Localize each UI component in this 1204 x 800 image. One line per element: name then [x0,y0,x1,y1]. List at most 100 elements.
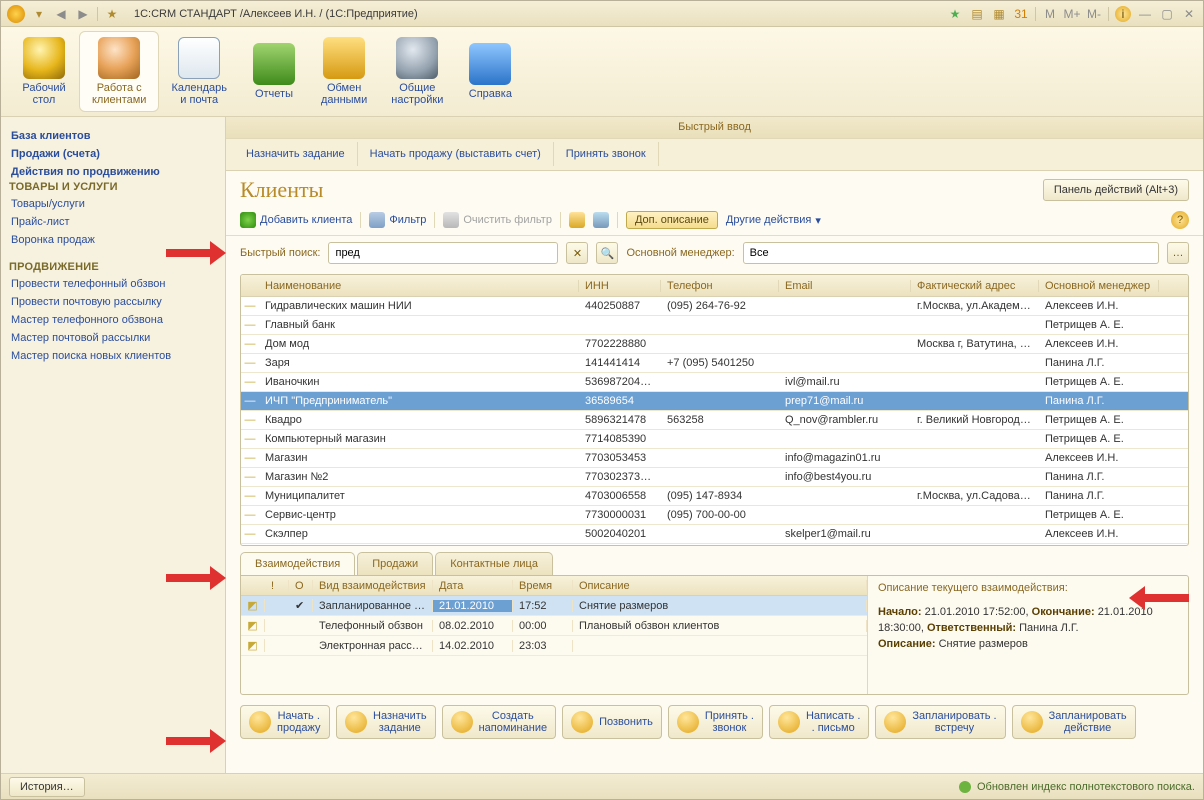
bottom-action-button[interactable]: Позвонить [562,705,662,739]
table-row[interactable]: —Главный банкПетрищев А. Е. [241,316,1188,335]
minimize-icon[interactable]: — [1137,6,1153,22]
m-icon[interactable]: M [1042,6,1058,22]
quick-entry-bar: Быстрый ввод Назначить заданиеНачать про… [226,117,1203,171]
quickbar-link[interactable]: Принять звонок [554,142,659,166]
grid-icon[interactable]: ▦ [991,6,1007,22]
other-actions-menu[interactable]: Другие действия ▾ [726,214,821,227]
column-header[interactable]: Наименование [259,280,579,292]
m-plus-icon[interactable]: M+ [1064,6,1080,22]
column-header[interactable]: Дата [433,580,513,592]
table-row[interactable]: —Иваночкин5369872045…ivl@mail.ruПетрищев… [241,373,1188,392]
maximize-icon[interactable]: ▢ [1159,6,1175,22]
favorite-icon[interactable]: ★ [104,6,120,22]
toolbar-settings[interactable]: Общие настройки [379,31,455,112]
table-row[interactable]: —ИЧП "Предприниматель"36589654prep71@mai… [241,392,1188,411]
sidebar-item[interactable]: Провести почтовую рассылку [9,293,217,311]
help-icon[interactable]: ? [1171,211,1189,229]
sidebar-item[interactable]: Воронка продаж [9,231,217,249]
manager-select[interactable] [743,242,1159,264]
sidebar-item[interactable]: Товары/услуги [9,195,217,213]
sidebar-item[interactable]: Мастер почтовой рассылки [9,329,217,347]
table-row[interactable]: —Магазин7703053453info@magazin01.ruАлекс… [241,449,1188,468]
history-button[interactable]: История… [9,777,85,797]
sidebar-item[interactable]: Мастер телефонного обзвона [9,311,217,329]
bottom-action-button[interactable]: Запланировать . встречу [875,705,1005,739]
close-icon[interactable]: ✕ [1181,6,1197,22]
add-icon [240,212,256,228]
table-row[interactable]: —Муниципалитет4703006558(095) 147-8934г.… [241,487,1188,506]
row-icon: — [241,471,259,483]
search-icon[interactable]: 🔍 [596,242,618,264]
column-header[interactable]: Основной менеджер [1039,280,1159,292]
clients-table: НаименованиеИННТелефонEmailФактический а… [240,274,1189,546]
clear-search-icon[interactable]: ✕ [566,242,588,264]
table-row[interactable]: —Квадро5896321478563258Q_nov@rambler.ruг… [241,411,1188,430]
sidebar-item[interactable]: Продажи (счета) [9,145,217,163]
manager-picker-icon[interactable]: … [1167,242,1189,264]
sidebar-item[interactable]: Действия по продвижению [9,163,217,181]
toolbar-reports[interactable]: Отчеты [239,31,309,112]
toolbar-help[interactable]: Справка [455,31,525,112]
toolbar-exchange[interactable]: Обмен данными [309,31,379,112]
column-header[interactable]: Описание [573,580,867,592]
calendar-icon[interactable]: 31 [1013,6,1029,22]
action-panel-button[interactable]: Панель действий (Alt+3) [1043,179,1189,201]
table-row[interactable]: —Магазин №27703023734…info@best4you.ruПа… [241,468,1188,487]
column-header[interactable]: О [289,580,313,592]
toolbar-desktop[interactable]: Рабочий стол [9,31,79,112]
star-icon[interactable]: ★ [947,6,963,22]
add-client-button[interactable]: Добавить клиента [240,212,352,228]
table-row[interactable]: ◩Телефонный обзвон08.02.201000:00Плановы… [241,616,867,636]
dropdown-icon[interactable]: ▾ [31,6,47,22]
info-icon[interactable]: i [1115,6,1131,22]
bottom-action-button[interactable]: Назначить задание [336,705,436,739]
misc-icon[interactable] [593,212,609,228]
quick-search-input[interactable] [328,242,558,264]
detail-tab[interactable]: Взаимодействия [240,552,355,575]
bottom-action-button[interactable]: Создать напоминание [442,705,557,739]
column-header[interactable]: ! [265,580,289,592]
nav-fwd-icon[interactable]: ▶ [75,6,91,22]
bottom-action-button[interactable]: Принять . звонок [668,705,763,739]
calc-icon[interactable]: ▤ [969,6,985,22]
toolbar-clients[interactable]: Работа с клиентами [79,31,159,112]
quickbar-link[interactable]: Начать продажу (выставить счет) [358,142,554,166]
table-row[interactable]: —Дом мод7702228880Москва г, Ватутина, …А… [241,335,1188,354]
m-minus-icon[interactable]: M- [1086,6,1102,22]
desc-panel-title: Описание текущего взаимодействия: [878,582,1178,594]
table-row[interactable]: —Заря141441414+7 (095) 5401250Панина Л.Г… [241,354,1188,373]
table-row[interactable]: —Гидравлических машин НИИ440250887(095) … [241,297,1188,316]
copy-icon[interactable] [569,212,585,228]
sidebar-item[interactable]: Прайс-лист [9,213,217,231]
bottom-action-button[interactable]: Запланировать действие [1012,705,1136,739]
sidebar-item[interactable]: Провести телефонный обзвон [9,275,217,293]
table-row[interactable]: —Скэлпер5002040201skelper1@mail.ruАлексе… [241,525,1188,544]
filter-button[interactable]: Фильтр [369,212,426,228]
row-icon: — [241,490,259,502]
extra-desc-toggle[interactable]: Доп. описание [626,211,718,229]
bottom-action-button[interactable]: Начать . продажу [240,705,330,739]
table-row[interactable]: —Компьютерный магазин7714085390Петрищев … [241,430,1188,449]
table-row[interactable]: ◩Электронная расс…14.02.201023:03 [241,636,867,656]
detail-tab[interactable]: Контактные лица [435,552,553,575]
table-row[interactable]: —Сервис-центр7730000031(095) 700-00-00Пе… [241,506,1188,525]
table-row[interactable]: ◩✔Запланированное …21.01.201017:52Снятие… [241,596,867,616]
column-header[interactable]: Вид взаимодействия [313,580,433,592]
bottom-action-button[interactable]: Написать . . письмо [769,705,869,739]
nav-back-icon[interactable]: ◀ [53,6,69,22]
gear-icon [396,37,438,79]
column-header[interactable]: Время [513,580,573,592]
table-row[interactable]: —Смоляков В.В. ЧП3805006142…smol_vv@gmai… [241,544,1188,545]
clear-filter-button[interactable]: Очистить фильтр [443,212,552,228]
sidebar-item[interactable]: База клиентов [9,127,217,145]
interaction-description-panel: Описание текущего взаимодействия: Начало… [868,576,1188,694]
column-header[interactable]: Телефон [661,280,779,292]
column-header[interactable]: Фактический адрес [911,280,1039,292]
column-header[interactable]: ИНН [579,280,661,292]
sidebar-item[interactable]: Мастер поиска новых клиентов [9,347,217,365]
action-icon [1021,711,1043,733]
column-header[interactable]: Email [779,280,911,292]
detail-tab[interactable]: Продажи [357,552,433,575]
quickbar-link[interactable]: Назначить задание [234,142,358,166]
toolbar-calendar[interactable]: Календарь и почта [159,31,239,112]
